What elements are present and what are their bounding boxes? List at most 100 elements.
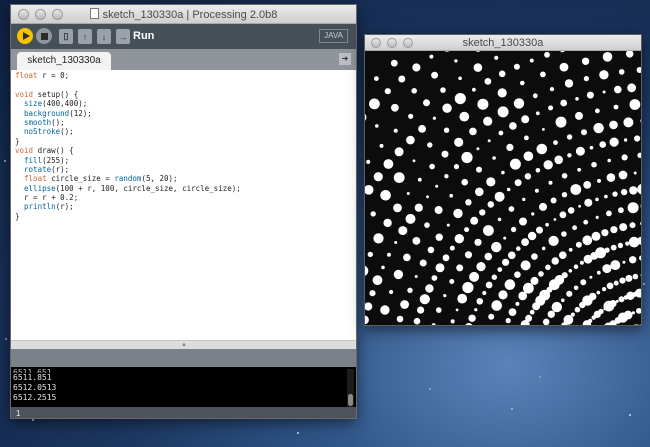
sketch-dot bbox=[613, 104, 619, 110]
sketch-dot bbox=[582, 235, 593, 246]
console-line: 6511.851 bbox=[13, 373, 52, 382]
sketch-dot bbox=[487, 139, 491, 143]
sketch-dot bbox=[559, 251, 567, 259]
sketch-dot bbox=[429, 163, 435, 170]
sketch-dot bbox=[497, 217, 502, 222]
play-icon bbox=[22, 32, 30, 40]
sketch-dot bbox=[625, 51, 634, 58]
sketch-dot bbox=[549, 87, 555, 92]
sketch-dot bbox=[425, 284, 434, 293]
sketch-dot bbox=[475, 51, 481, 52]
console-output[interactable]: 6511.651 6511.851 6512.0513 6512.2515 bbox=[11, 367, 356, 407]
sketch-dot bbox=[636, 308, 641, 314]
sketch-dot bbox=[491, 300, 502, 311]
editor-console-divider[interactable]: ▲ bbox=[11, 340, 356, 349]
sketch-dot bbox=[568, 269, 573, 273]
sketch-dot bbox=[373, 233, 384, 244]
sketch-dot bbox=[454, 137, 464, 147]
sketch-dot bbox=[477, 98, 489, 110]
sketch-dot bbox=[619, 277, 626, 284]
code-line: ellipse(100 + r, 100, circle_size, circl… bbox=[24, 183, 241, 193]
sketch-dot bbox=[475, 187, 484, 197]
sketch-dot bbox=[367, 251, 373, 258]
sketch-dot bbox=[607, 158, 611, 163]
save-sketch-button[interactable]: ↓ bbox=[97, 29, 111, 44]
open-sketch-button[interactable]: ↑ bbox=[78, 29, 92, 44]
sketch-dot bbox=[414, 275, 418, 278]
sketch-dot bbox=[629, 256, 637, 264]
sketch-dot bbox=[564, 79, 574, 88]
code-line: println(r); bbox=[24, 202, 74, 212]
sketch-dot bbox=[596, 270, 601, 275]
sketch-dot bbox=[497, 267, 503, 272]
run-button[interactable] bbox=[17, 28, 33, 44]
sketch-dot bbox=[509, 158, 521, 170]
sketch-dot bbox=[618, 296, 625, 303]
sketch-dot bbox=[454, 93, 466, 105]
sketch-dot bbox=[396, 315, 404, 323]
sketch-dot bbox=[476, 262, 486, 272]
sketch-dot bbox=[534, 188, 539, 193]
sketch-dot bbox=[609, 137, 619, 147]
sketch-dot bbox=[538, 271, 544, 277]
code-editor[interactable]: float r = 0; void setup() { size(400,400… bbox=[11, 70, 356, 340]
sketch-dot bbox=[559, 62, 569, 72]
console-scroll-thumb[interactable] bbox=[348, 394, 353, 406]
sketch-dot bbox=[393, 172, 405, 183]
tab-sketch[interactable]: sketch_130330a bbox=[17, 52, 111, 70]
sketch-dot bbox=[384, 88, 391, 95]
editor-tab-bar: sketch_130330a ➜ bbox=[11, 49, 356, 70]
sketch-dot bbox=[494, 191, 505, 202]
sketch-dot bbox=[513, 63, 520, 70]
sketch-dot bbox=[435, 263, 445, 273]
sketch-dot bbox=[560, 99, 568, 107]
sketch-dot bbox=[474, 238, 482, 246]
sketch-dot bbox=[492, 156, 496, 160]
sketch-dot bbox=[417, 177, 422, 182]
sketch-dot bbox=[369, 98, 380, 110]
sketch-dot bbox=[458, 76, 462, 81]
stop-button[interactable] bbox=[36, 28, 52, 44]
export-sketch-button[interactable]: → bbox=[116, 29, 130, 44]
sketch-dot bbox=[543, 160, 553, 170]
sketch-dot bbox=[561, 298, 565, 303]
sketch-dot bbox=[583, 219, 589, 225]
sketch-dot bbox=[514, 179, 522, 187]
sketch-dot bbox=[540, 71, 546, 78]
sketch-dot bbox=[424, 222, 430, 228]
sketch-dot bbox=[446, 223, 450, 227]
sketch-dot bbox=[390, 59, 398, 67]
sketch-dot bbox=[614, 85, 622, 94]
star bbox=[297, 432, 299, 434]
sketch-dot bbox=[606, 282, 614, 290]
export-arrow-icon: → bbox=[118, 31, 128, 42]
editor-window-title: sketch_130330a | Processing 2.0b8 bbox=[102, 9, 278, 21]
sketch-dot bbox=[431, 275, 438, 281]
sketch-dot bbox=[375, 124, 379, 128]
sketch-dot bbox=[472, 87, 476, 92]
console-scrollbar[interactable] bbox=[347, 369, 354, 407]
sketch-dot bbox=[629, 222, 636, 229]
sketch-dot bbox=[464, 251, 473, 259]
sketch-dot bbox=[548, 235, 559, 246]
sketch-dot bbox=[400, 300, 409, 309]
sketch-dot bbox=[456, 264, 464, 272]
editor-titlebar[interactable]: sketch_130330a | Processing 2.0b8 bbox=[11, 5, 356, 24]
sketch-titlebar[interactable]: sketch_130330a bbox=[365, 35, 641, 51]
sketch-dot bbox=[501, 170, 505, 175]
sketch-dot bbox=[485, 281, 493, 289]
sketch-dot bbox=[449, 245, 455, 251]
sketch-dot bbox=[374, 76, 379, 81]
sketch-dot bbox=[588, 318, 593, 323]
sketch-dot bbox=[618, 170, 628, 180]
mode-selector-button[interactable]: JAVA bbox=[319, 29, 348, 43]
star bbox=[429, 388, 431, 390]
new-sketch-button[interactable]: ▯ bbox=[59, 29, 73, 44]
sketch-dot bbox=[373, 172, 383, 182]
sketch-dot bbox=[554, 155, 563, 165]
sketch-dot bbox=[453, 164, 460, 170]
tab-menu-arrow-icon[interactable]: ➜ bbox=[339, 53, 351, 65]
divider-grip-icon: ▲ bbox=[181, 342, 187, 348]
sketch-dot bbox=[629, 99, 641, 110]
